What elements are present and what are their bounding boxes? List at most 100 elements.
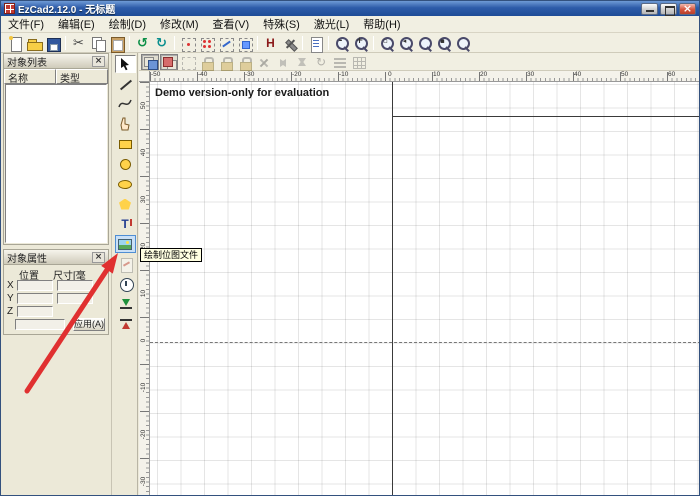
object-list-body[interactable] bbox=[5, 84, 107, 243]
menu-laser[interactable]: 激光(L) bbox=[307, 15, 356, 33]
undo-button[interactable] bbox=[133, 34, 152, 52]
lock-horizontal-button[interactable] bbox=[198, 54, 216, 70]
menu-special[interactable]: 特殊(S) bbox=[256, 15, 307, 33]
ruler-label: 10 bbox=[433, 71, 440, 78]
workarea-top-border bbox=[392, 116, 700, 117]
text-tool[interactable] bbox=[115, 215, 136, 233]
ruler-label: 20 bbox=[480, 71, 487, 78]
apply-row: 应用(A) bbox=[7, 318, 105, 331]
zoom-out-button[interactable] bbox=[332, 34, 351, 52]
column-type[interactable]: 类型 bbox=[56, 69, 108, 84]
toolbar-separator bbox=[373, 36, 374, 50]
zoom-window-button[interactable] bbox=[377, 34, 396, 52]
select-tool[interactable] bbox=[115, 55, 136, 73]
y-position-field[interactable] bbox=[17, 293, 53, 304]
ellipse-tool[interactable] bbox=[115, 175, 136, 193]
ruler-label: -40 bbox=[198, 71, 207, 78]
mirror-horizontal-button[interactable] bbox=[274, 54, 292, 70]
x-size-field[interactable] bbox=[57, 280, 93, 291]
edit-hammer-button[interactable] bbox=[255, 54, 273, 70]
zoom-all-button[interactable] bbox=[415, 34, 434, 52]
ruler-label: 60 bbox=[668, 71, 675, 78]
ruler-label: 50 bbox=[140, 100, 147, 111]
object-list-panel: 对象列表 名称 类型 bbox=[3, 53, 109, 245]
curve-tool[interactable] bbox=[115, 95, 136, 113]
rotate-button[interactable] bbox=[312, 54, 330, 70]
rectangle-tool[interactable] bbox=[115, 135, 136, 153]
app-icon bbox=[4, 3, 15, 14]
y-size-field[interactable] bbox=[57, 293, 93, 304]
menu-help[interactable]: 帮助(H) bbox=[356, 15, 407, 33]
scale-object-button[interactable] bbox=[235, 34, 254, 52]
menu-file[interactable]: 文件(F) bbox=[1, 15, 51, 33]
rotate-object-button[interactable] bbox=[197, 34, 216, 52]
toolbar-separator bbox=[65, 36, 66, 50]
hatch-button[interactable] bbox=[261, 34, 280, 52]
open-button[interactable] bbox=[24, 34, 43, 52]
close-button[interactable] bbox=[679, 3, 696, 15]
align-objects-button[interactable] bbox=[331, 54, 349, 70]
grid-snap-button[interactable] bbox=[350, 54, 368, 70]
panel-close-button[interactable] bbox=[92, 252, 105, 263]
x-position-field[interactable] bbox=[17, 280, 53, 291]
copy-button[interactable] bbox=[88, 34, 107, 52]
ruler-label: -20 bbox=[292, 71, 301, 78]
bitmap-icon bbox=[118, 239, 132, 250]
toolbar-separator bbox=[328, 36, 329, 50]
drawing-canvas[interactable]: Demo version-only for evaluation bbox=[150, 82, 700, 496]
mirror-object-button[interactable] bbox=[216, 34, 235, 52]
z-row: Z bbox=[7, 305, 105, 318]
move-to-back-button[interactable] bbox=[160, 54, 178, 70]
move-object-button[interactable] bbox=[178, 34, 197, 52]
option-field[interactable] bbox=[15, 319, 65, 330]
circle-icon bbox=[120, 159, 131, 170]
zoom-in-button[interactable] bbox=[351, 34, 370, 52]
redo-button[interactable] bbox=[152, 34, 171, 52]
input-port-tool[interactable] bbox=[115, 295, 136, 313]
column-name[interactable]: 名称 bbox=[4, 69, 56, 84]
panel-close-button[interactable] bbox=[92, 56, 105, 67]
ruler-label: -30 bbox=[140, 476, 147, 487]
output-port-tool[interactable] bbox=[115, 315, 136, 333]
menu-edit[interactable]: 编辑(E) bbox=[51, 15, 102, 33]
timer-tool[interactable] bbox=[115, 275, 136, 293]
bitmap-tool[interactable] bbox=[115, 235, 136, 253]
z-axis-label: Z bbox=[7, 306, 17, 317]
cut-button[interactable] bbox=[69, 34, 88, 52]
toolbar-separator bbox=[302, 36, 303, 50]
minimize-button[interactable] bbox=[641, 3, 658, 15]
zoom-previous-button[interactable] bbox=[396, 34, 415, 52]
menu-bar: 文件(F) 编辑(E) 绘制(D) 修改(M) 查看(V) 特殊(S) 激光(L… bbox=[1, 16, 699, 33]
selection-frame-button[interactable] bbox=[179, 54, 197, 70]
paste-button[interactable] bbox=[107, 34, 126, 52]
menu-modify[interactable]: 修改(M) bbox=[153, 15, 206, 33]
zoom-objects-button[interactable] bbox=[434, 34, 453, 52]
ruler-label: 50 bbox=[621, 71, 628, 78]
circle-tool[interactable] bbox=[115, 155, 136, 173]
polygon-icon bbox=[119, 199, 131, 210]
line-tool[interactable] bbox=[115, 75, 136, 93]
ruler-label: 40 bbox=[574, 71, 581, 78]
new-button[interactable] bbox=[5, 34, 24, 52]
curve-icon bbox=[118, 97, 132, 111]
z-position-field[interactable] bbox=[17, 306, 53, 317]
menu-view[interactable]: 查看(V) bbox=[206, 15, 257, 33]
mark-file-button[interactable] bbox=[306, 34, 325, 52]
vector-file-tool[interactable] bbox=[115, 255, 136, 273]
maximize-button[interactable] bbox=[660, 3, 677, 15]
lock-vertical-button[interactable] bbox=[217, 54, 235, 70]
zoom-page-button[interactable] bbox=[453, 34, 472, 52]
save-button[interactable] bbox=[43, 34, 62, 52]
move-to-front-button[interactable] bbox=[141, 54, 159, 70]
apply-button[interactable]: 应用(A) bbox=[73, 318, 105, 331]
menu-draw[interactable]: 绘制(D) bbox=[102, 15, 153, 33]
y-axis-label: Y bbox=[7, 293, 17, 304]
system-tools-button[interactable] bbox=[280, 34, 299, 52]
object-list-title: 对象列表 bbox=[7, 54, 47, 69]
ruler-label: -20 bbox=[140, 429, 147, 440]
point-tool[interactable] bbox=[115, 115, 136, 133]
mirror-vertical-button[interactable] bbox=[293, 54, 311, 70]
lock-all-button[interactable] bbox=[236, 54, 254, 70]
polygon-tool[interactable] bbox=[115, 195, 136, 213]
align-toolbar bbox=[139, 53, 700, 71]
